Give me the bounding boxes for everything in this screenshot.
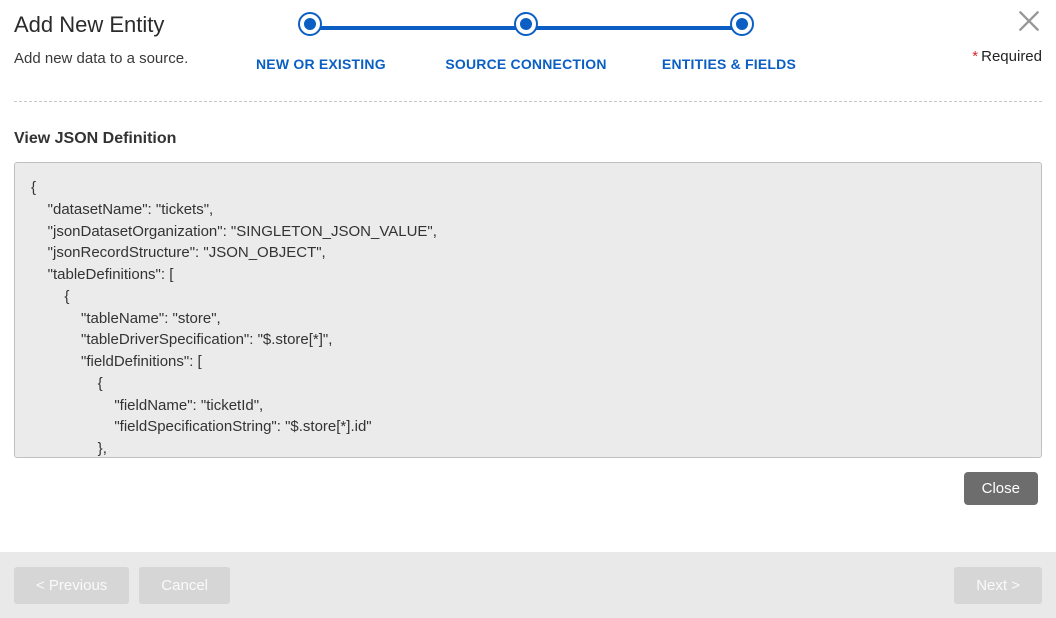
close-button[interactable]: Close bbox=[964, 472, 1038, 505]
step-label-1[interactable]: NEW OR EXISTING bbox=[256, 56, 436, 72]
close-icon[interactable] bbox=[1016, 8, 1042, 34]
step-label-3[interactable]: ENTITIES & FIELDS bbox=[616, 56, 796, 72]
cancel-button[interactable]: Cancel bbox=[139, 567, 230, 604]
wizard-stepper: NEW OR EXISTING SOURCE CONNECTION ENTITI… bbox=[256, 12, 796, 72]
divider bbox=[14, 101, 1042, 102]
next-button[interactable]: Next > bbox=[954, 567, 1042, 604]
section-title: View JSON Definition bbox=[14, 130, 1042, 148]
required-label: Required bbox=[981, 48, 1042, 65]
wizard-footer: < Previous Cancel Next > bbox=[0, 552, 1056, 618]
previous-button[interactable]: < Previous bbox=[14, 567, 129, 604]
step-node-3[interactable] bbox=[730, 12, 754, 36]
step-label-2[interactable]: SOURCE CONNECTION bbox=[436, 56, 616, 72]
required-asterisk: * bbox=[972, 48, 978, 65]
required-indicator: *Required bbox=[972, 48, 1042, 65]
step-node-1[interactable] bbox=[298, 12, 322, 36]
json-definition-box[interactable]: { "datasetName": "tickets", "jsonDataset… bbox=[14, 162, 1042, 458]
step-node-2[interactable] bbox=[514, 12, 538, 36]
